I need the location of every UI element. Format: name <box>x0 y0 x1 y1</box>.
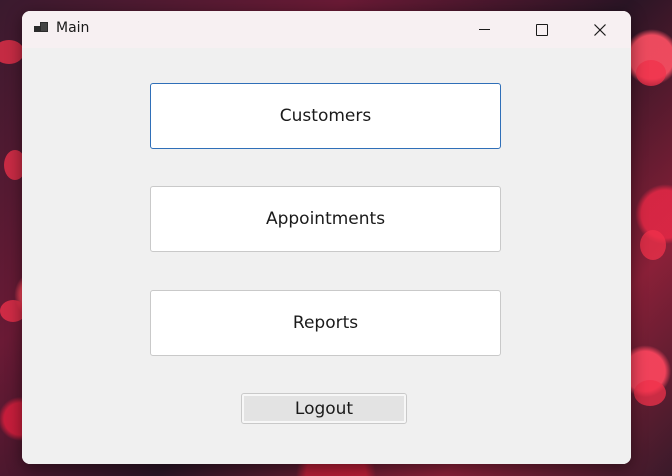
app-icon <box>34 22 49 35</box>
logout-button-label: Logout <box>244 396 404 421</box>
desktop-wallpaper: Main Customers Appointments Reports Logo… <box>0 0 672 476</box>
logout-button[interactable]: Logout <box>241 393 407 424</box>
close-icon <box>594 23 606 36</box>
title-bar[interactable]: Main <box>22 11 631 48</box>
appointments-button[interactable]: Appointments <box>150 186 501 252</box>
wallpaper-leaf <box>0 40 24 64</box>
client-area: Customers Appointments Reports Logout <box>22 48 631 464</box>
minimize-icon <box>478 29 490 30</box>
customers-button[interactable]: Customers <box>150 83 501 149</box>
maximize-icon <box>536 23 548 36</box>
reports-button[interactable]: Reports <box>150 290 501 356</box>
minimize-button[interactable] <box>455 11 513 48</box>
wallpaper-leaf <box>636 60 666 86</box>
maximize-button[interactable] <box>513 11 571 48</box>
close-button[interactable] <box>571 11 629 48</box>
wallpaper-leaf <box>640 230 666 260</box>
main-window: Main Customers Appointments Reports Logo… <box>22 11 631 464</box>
window-title: Main <box>56 20 90 36</box>
wallpaper-leaf <box>634 380 666 406</box>
